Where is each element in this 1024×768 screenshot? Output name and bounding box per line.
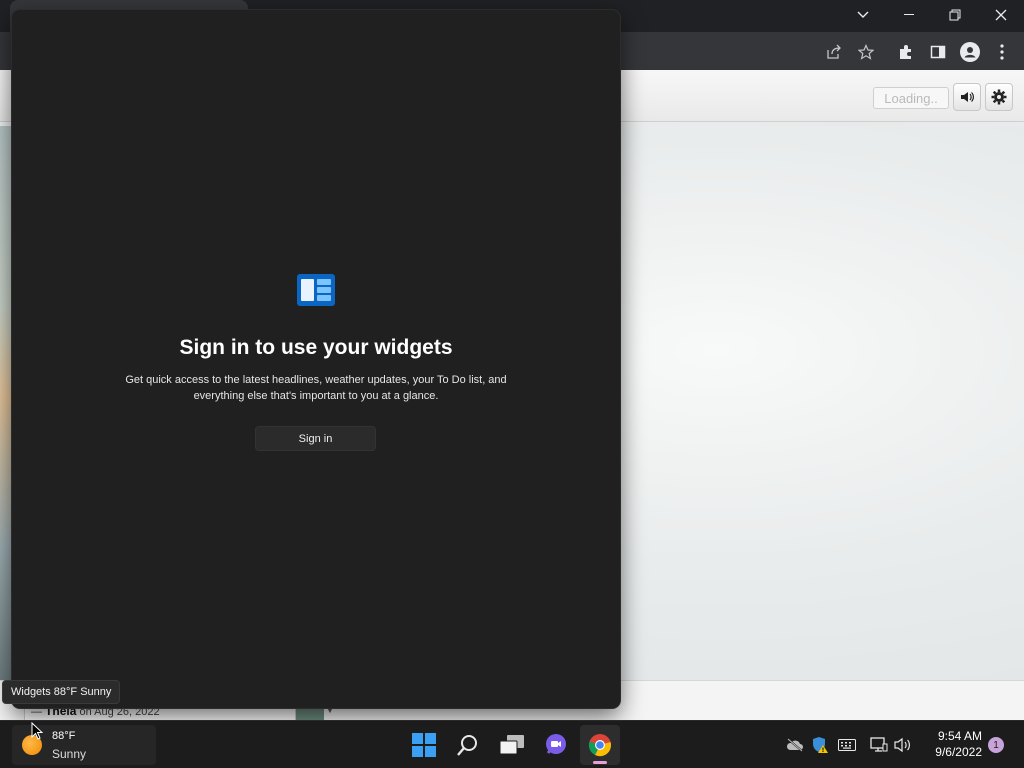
- bookmark-star-icon[interactable]: [854, 40, 878, 64]
- notification-badge[interactable]: 1: [988, 737, 1004, 753]
- volume-button[interactable]: [953, 83, 981, 111]
- extensions-icon[interactable]: [894, 40, 918, 64]
- widgets-icon: [297, 274, 335, 306]
- volume-icon[interactable]: [893, 735, 913, 755]
- taskbar: 88°F Sunny 9:54 AM 9/6/2022 1: [0, 720, 1024, 768]
- search-icon: [457, 735, 477, 756]
- mouse-cursor-icon: [31, 721, 44, 740]
- security-warning-icon[interactable]: [810, 735, 830, 755]
- tab-search-chevron-icon[interactable]: [840, 0, 886, 30]
- profile-icon[interactable]: [958, 40, 982, 64]
- settings-button[interactable]: [985, 83, 1013, 111]
- onedrive-offline-icon[interactable]: [785, 735, 805, 755]
- network-icon[interactable]: [869, 735, 889, 755]
- chat-icon: [546, 734, 566, 754]
- task-view-button[interactable]: [492, 725, 532, 765]
- clock-date: 9/6/2022: [935, 745, 982, 759]
- weather-temperature: 88°F: [52, 730, 76, 742]
- widgets-title: Sign in to use your widgets: [179, 336, 453, 359]
- active-app-indicator: [593, 761, 607, 764]
- minimize-button[interactable]: [886, 0, 932, 30]
- clock-time: 9:54 AM: [937, 729, 982, 743]
- loading-button[interactable]: Loading..: [873, 87, 949, 109]
- close-button[interactable]: [978, 0, 1024, 30]
- share-icon[interactable]: [822, 40, 846, 64]
- widgets-tooltip: Widgets 88°F Sunny: [2, 680, 121, 704]
- widgets-panel: Sign in to use your widgets Get quick ac…: [12, 10, 620, 708]
- task-view-icon: [499, 735, 524, 755]
- search-button[interactable]: [448, 725, 488, 765]
- start-button[interactable]: [404, 725, 444, 765]
- widgets-description: Get quick access to the latest headlines…: [125, 374, 507, 402]
- side-panel-icon[interactable]: [926, 40, 950, 64]
- sign-in-button[interactable]: Sign in: [255, 426, 376, 451]
- menu-icon[interactable]: [990, 40, 1014, 64]
- speaker-icon: [961, 92, 974, 102]
- weather-condition: Sunny: [52, 747, 87, 761]
- teams-chat-button[interactable]: [536, 725, 576, 765]
- taskbar-clock[interactable]: 9:54 AM 9/6/2022: [922, 728, 982, 760]
- chrome-icon: [588, 734, 611, 757]
- gear-icon: [991, 89, 1007, 105]
- chrome-taskbar-button[interactable]: [580, 725, 620, 765]
- windows-logo-icon: [412, 733, 436, 757]
- restore-button[interactable]: [932, 0, 978, 30]
- keyboard-icon[interactable]: [837, 735, 857, 755]
